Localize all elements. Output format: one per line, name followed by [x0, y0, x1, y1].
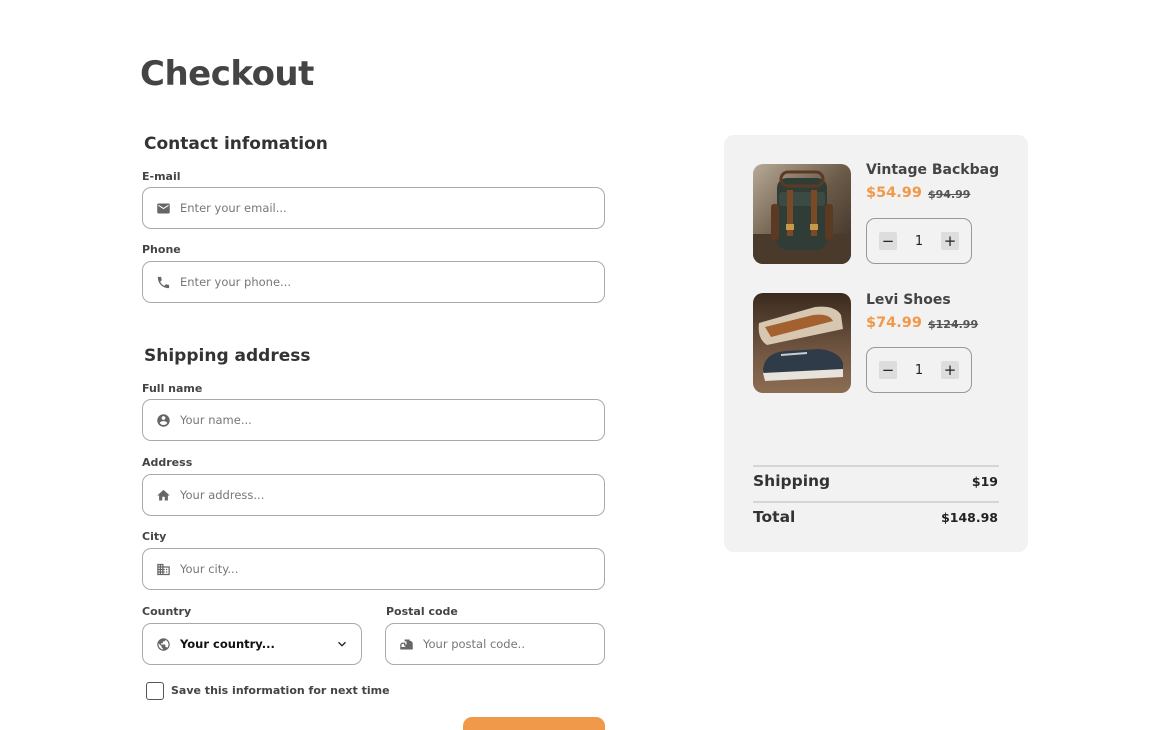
product-price: $74.99 [866, 315, 922, 331]
product-old-price: $124.99 [928, 318, 979, 331]
city-field[interactable] [142, 548, 605, 590]
city-label: City [142, 530, 167, 543]
page-title: Checkout [140, 54, 314, 94]
postal-input[interactable] [423, 624, 604, 664]
total-value: $148.98 [941, 510, 998, 525]
product-price: $54.99 [866, 185, 922, 201]
phone-label: Phone [142, 243, 181, 256]
email-label: E-mail [142, 170, 181, 183]
full-name-input[interactable] [180, 400, 604, 440]
address-label: Address [142, 456, 193, 469]
mail-icon [155, 200, 171, 216]
product-old-price: $94.99 [928, 188, 971, 201]
summary-divider [753, 501, 999, 503]
product-name: Levi Shoes [866, 292, 951, 308]
decrease-qty-button[interactable]: − [879, 361, 897, 379]
phone-input[interactable] [180, 262, 604, 302]
quantity-stepper: − 1 + [866, 218, 972, 264]
quantity-value: 1 [914, 233, 924, 249]
quantity-stepper: − 1 + [866, 347, 972, 393]
postal-label: Postal code [386, 605, 458, 618]
home-icon [155, 487, 171, 503]
email-input[interactable] [180, 188, 604, 228]
postal-field[interactable] [385, 623, 605, 665]
full-name-field[interactable] [142, 399, 605, 441]
save-info-label: Save this information for next time [171, 684, 390, 697]
phone-icon [155, 274, 171, 290]
address-field[interactable] [142, 474, 605, 516]
country-label: Country [142, 605, 192, 618]
increase-qty-button[interactable]: + [941, 361, 959, 379]
quantity-value: 1 [914, 362, 924, 378]
product-name: Vintage Backbag [866, 162, 1000, 178]
increase-qty-button[interactable]: + [941, 232, 959, 250]
continue-button[interactable] [463, 717, 605, 730]
mailbox-icon [398, 636, 414, 652]
shipping-heading: Shipping address [144, 346, 311, 366]
building-icon [155, 561, 171, 577]
country-value: Your country... [180, 637, 275, 651]
contact-heading: Contact infomation [144, 134, 328, 154]
shipping-value: $19 [971, 474, 998, 489]
chevron-down-icon [335, 637, 349, 651]
globe-icon [155, 636, 171, 652]
city-input[interactable] [180, 549, 604, 589]
phone-field[interactable] [142, 261, 605, 303]
summary-divider [753, 465, 999, 467]
total-label: Total [753, 508, 796, 526]
user-icon [155, 412, 171, 428]
backpack-image [753, 164, 851, 264]
email-field[interactable] [142, 187, 605, 229]
full-name-label: Full name [142, 382, 203, 395]
save-info-checkbox[interactable] [146, 682, 164, 700]
decrease-qty-button[interactable]: − [879, 232, 897, 250]
shipping-label: Shipping [753, 472, 831, 490]
address-input[interactable] [180, 475, 604, 515]
shoes-image [753, 293, 851, 393]
country-select[interactable]: Your country... [142, 623, 362, 665]
